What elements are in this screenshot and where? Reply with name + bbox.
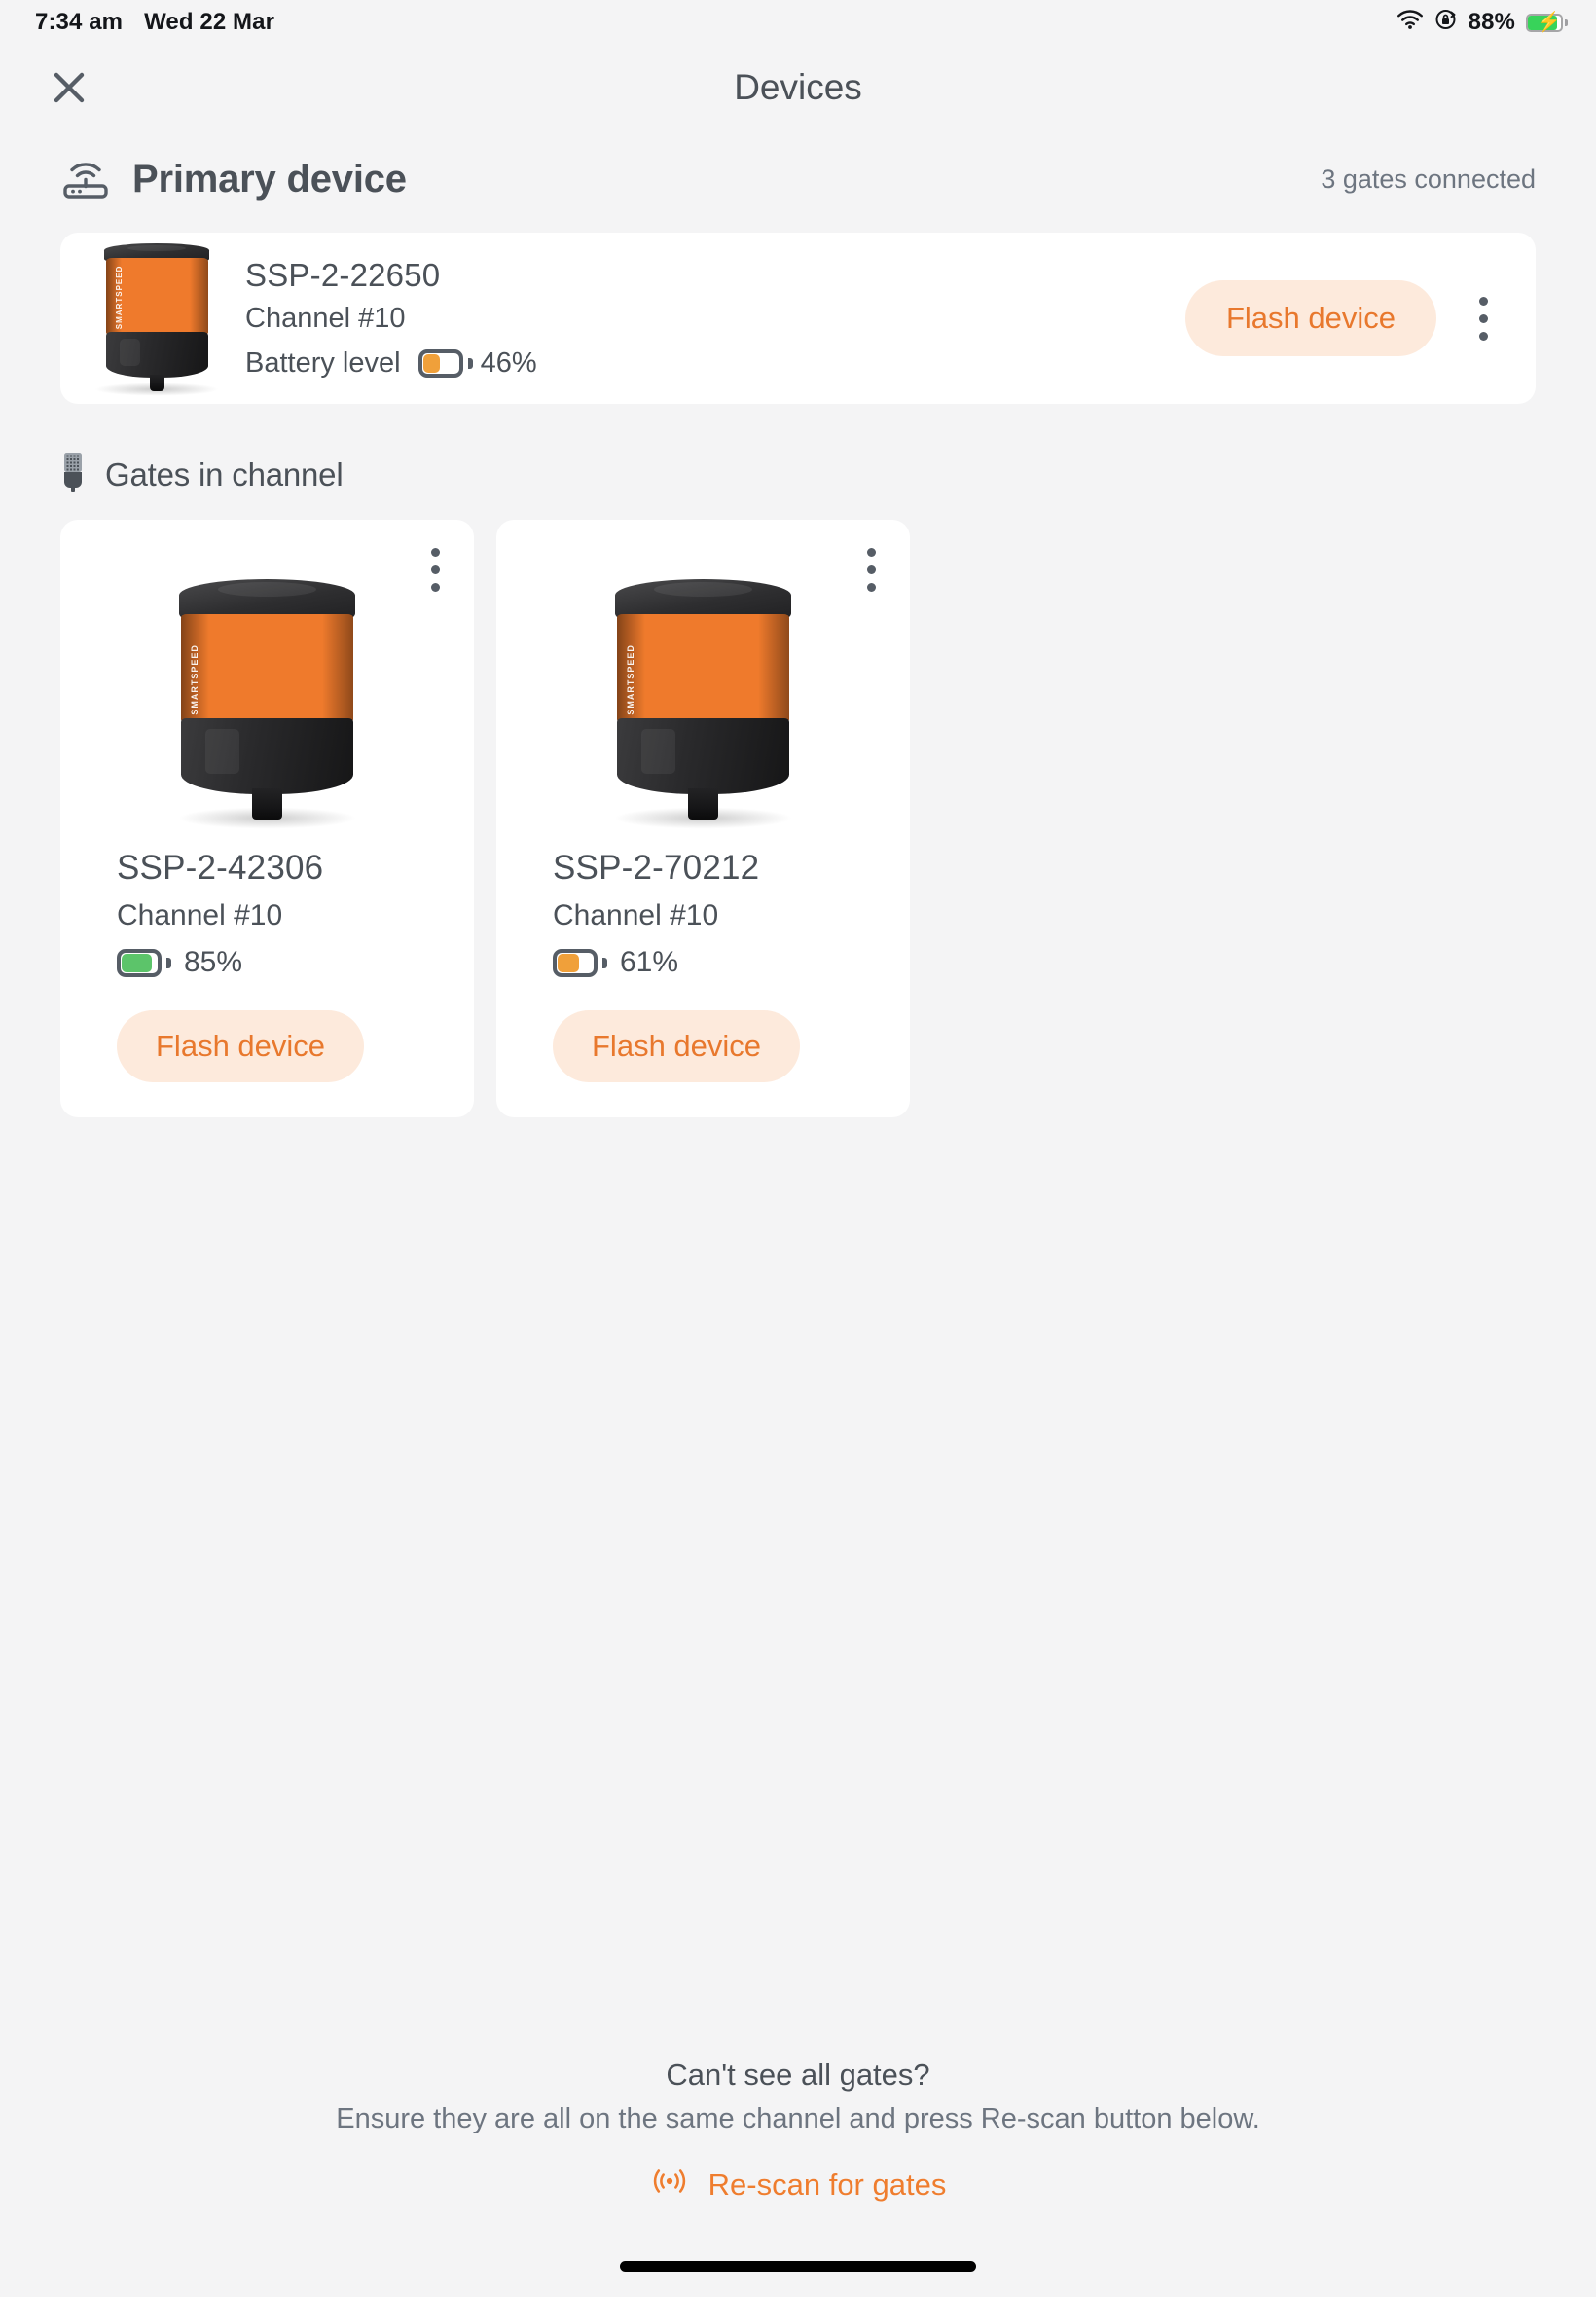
- gate-card-body: SSP-2-70212 Channel #10 61% Flash device: [496, 849, 910, 1082]
- battery-charging-icon: ⚡: [1526, 14, 1563, 32]
- primary-device-title: Primary device: [132, 158, 407, 201]
- broadcast-signal-icon: [650, 2167, 689, 2204]
- footer-help: Can't see all gates? Ensure they are all…: [0, 2058, 1596, 2204]
- primary-device-header-left: Primary device: [60, 156, 407, 203]
- router-icon: [60, 156, 111, 203]
- primary-device-info: SSP-2-22650 Channel #10 Battery level 46…: [245, 257, 537, 380]
- status-bar-date: Wed 22 Mar: [144, 9, 274, 36]
- kebab-menu-icon[interactable]: [1464, 290, 1503, 346]
- status-bar: 7:34 am Wed 22 Mar 88% ⚡: [0, 0, 1596, 45]
- battery-icon: [117, 949, 162, 977]
- footer-subtitle: Ensure they are all on the same channel …: [0, 2103, 1596, 2135]
- flash-device-button[interactable]: Flash device: [553, 1010, 800, 1082]
- nav-bar: Devices: [0, 45, 1596, 130]
- primary-device-name: SSP-2-22650: [245, 257, 537, 294]
- gate-card[interactable]: SMARTSPEED SSP-2-42306 Channel #10 85% F…: [60, 520, 474, 1117]
- page-title: Devices: [734, 67, 862, 108]
- gate-battery-percent: 85%: [184, 946, 242, 979]
- gates-grid: SMARTSPEED SSP-2-42306 Channel #10 85% F…: [0, 520, 1596, 1117]
- gate-channel: Channel #10: [117, 899, 417, 932]
- battery-icon: [418, 349, 463, 378]
- device-brand-label: SMARTSPEED: [190, 624, 200, 715]
- primary-device-card[interactable]: SMARTSPEED SSP-2-22650 Channel #10 Batte…: [60, 233, 1536, 404]
- gate-battery-row: 85%: [117, 946, 417, 979]
- kebab-menu-icon[interactable]: [852, 541, 890, 598]
- primary-device-section-header: Primary device 3 gates connected: [0, 156, 1596, 203]
- gate-name: SSP-2-70212: [553, 849, 853, 888]
- gate-channel: Channel #10: [553, 899, 853, 932]
- primary-device-channel: Channel #10: [245, 303, 537, 335]
- gates-connected-status: 3 gates connected: [1321, 164, 1536, 195]
- gates-header-left: Gates in channel: [60, 451, 343, 498]
- gate-card-body: SSP-2-42306 Channel #10 85% Flash device: [60, 849, 474, 1082]
- primary-device-image: SMARTSPEED: [84, 240, 230, 396]
- battery-icon: [553, 949, 598, 977]
- primary-device-battery-percent: 46%: [481, 347, 537, 380]
- gate-battery-row: 61%: [553, 946, 853, 979]
- device-brand-label: SMARTSPEED: [626, 624, 635, 715]
- status-bar-battery-percent: 88%: [1469, 9, 1515, 36]
- primary-device-battery-label: Battery level: [245, 347, 401, 380]
- gate-beacon-icon: [60, 451, 86, 498]
- primary-device-actions: Flash device: [1185, 280, 1503, 356]
- device-brand-label: SMARTSPEED: [115, 264, 124, 329]
- footer-title: Can't see all gates?: [0, 2058, 1596, 2093]
- gates-section-header: Gates in channel: [0, 451, 1596, 498]
- gate-battery-percent: 61%: [620, 946, 678, 979]
- home-indicator[interactable]: [620, 2261, 976, 2272]
- gate-device-image: SMARTSPEED: [496, 557, 910, 849]
- gate-card[interactable]: SMARTSPEED SSP-2-70212 Channel #10 61% F…: [496, 520, 910, 1117]
- flash-device-button[interactable]: Flash device: [1185, 280, 1436, 356]
- flash-device-button[interactable]: Flash device: [117, 1010, 364, 1082]
- status-bar-left: 7:34 am Wed 22 Mar: [35, 9, 274, 36]
- primary-device-battery-row: Battery level 46%: [245, 347, 537, 380]
- wifi-icon: [1396, 9, 1424, 36]
- gates-section-title: Gates in channel: [105, 456, 343, 493]
- status-bar-time: 7:34 am: [35, 9, 123, 36]
- rotation-lock-icon: [1434, 8, 1458, 38]
- status-bar-right: 88% ⚡: [1396, 8, 1563, 38]
- gate-name: SSP-2-42306: [117, 849, 417, 888]
- kebab-menu-icon[interactable]: [416, 541, 454, 598]
- close-button[interactable]: [41, 59, 97, 116]
- rescan-label: Re-scan for gates: [708, 2168, 947, 2203]
- gate-device-image: SMARTSPEED: [60, 557, 474, 849]
- rescan-for-gates-button[interactable]: Re-scan for gates: [650, 2167, 947, 2204]
- close-icon: [50, 68, 89, 107]
